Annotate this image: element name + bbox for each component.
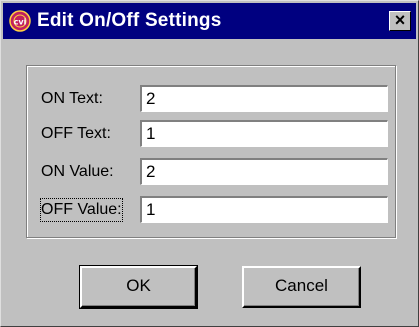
cancel-button[interactable]: Cancel: [242, 266, 361, 308]
on-text-label: ON Text:: [41, 90, 103, 107]
ok-button[interactable]: OK: [79, 265, 198, 309]
off-text-label: OFF Text:: [41, 125, 111, 142]
cvi-icon: cvi: [9, 10, 31, 32]
close-button[interactable]: ×: [389, 11, 411, 31]
off-value-label: OFF Value:: [40, 198, 123, 222]
close-icon: ×: [394, 10, 406, 30]
on-text-field[interactable]: 2: [140, 85, 388, 112]
window-title: Edit On/Off Settings: [37, 10, 222, 31]
on-value-field[interactable]: 2: [140, 158, 388, 185]
off-value-field[interactable]: 1: [140, 196, 388, 223]
on-value-label: ON Value:: [41, 163, 114, 180]
edit-on-off-dialog: cvi Edit On/Off Settings × ON Text: 2 OF…: [0, 0, 419, 327]
svg-text:cvi: cvi: [14, 18, 27, 27]
off-text-field[interactable]: 1: [140, 120, 388, 147]
title-bar[interactable]: cvi Edit On/Off Settings ×: [3, 3, 416, 39]
